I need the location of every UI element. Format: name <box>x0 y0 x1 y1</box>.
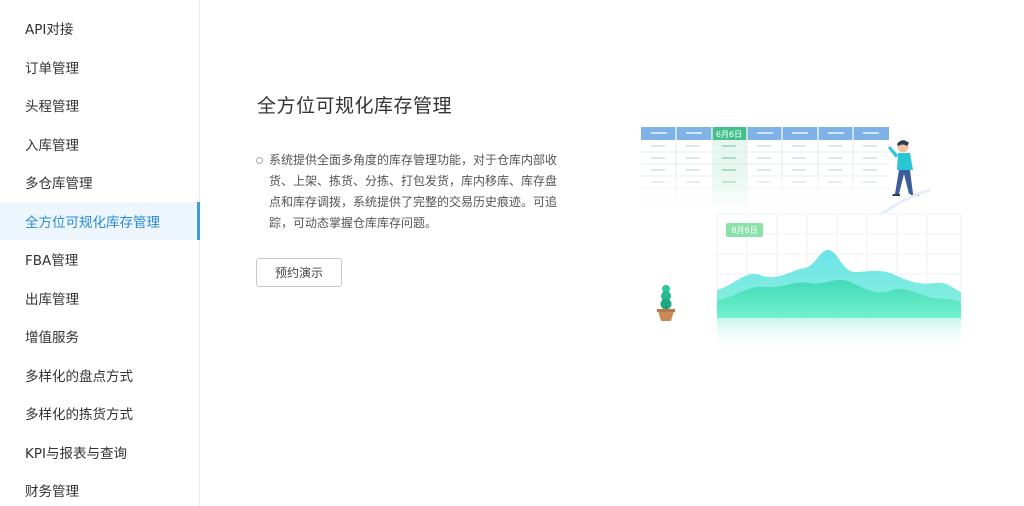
sidebar-item-api[interactable]: API对接 <box>0 9 200 47</box>
page-title: 全方位可规化库存管理 <box>257 95 453 117</box>
sidebar-item-inbound[interactable]: 入库管理 <box>0 125 200 163</box>
sidebar-item-label: 出库管理 <box>25 292 79 308</box>
sidebar-item-label: KPI与报表与查询 <box>25 446 127 462</box>
sidebar-item-fba[interactable]: FBA管理 <box>0 240 200 278</box>
sidebar-item-orders[interactable]: 订单管理 <box>0 48 200 86</box>
chart-date-badge: 8月8日 <box>731 226 757 235</box>
sidebar-item-finance[interactable]: 财务管理 <box>0 471 200 506</box>
feature-description: 系统提供全面多角度的库存管理功能，对于仓库内部收货、上架、拣货、分拣、打包发货，… <box>269 153 558 230</box>
sidebar-item-label: 财务管理 <box>25 484 79 500</box>
sidebar-item-first-leg[interactable]: 头程管理 <box>0 86 200 124</box>
bullet-icon <box>256 157 263 164</box>
sidebar-item-label: FBA管理 <box>25 253 79 269</box>
potted-plant-icon <box>657 285 675 321</box>
sidebar-item-label: 多样化的拣货方式 <box>25 407 133 423</box>
page: API对接 订单管理 头程管理 入库管理 多仓库管理 全方位可规化库存管理 FB… <box>0 0 1024 506</box>
calendar-table: 6月6日 <box>640 127 892 212</box>
sidebar-item-inventory[interactable]: 全方位可规化库存管理 <box>0 202 200 240</box>
sidebar-item-label: 多仓库管理 <box>25 176 93 192</box>
calendar-date: 6月6日 <box>716 130 742 139</box>
sidebar-item-stocktake[interactable]: 多样化的盘点方式 <box>0 356 200 394</box>
sidebar-item-label: API对接 <box>25 22 74 38</box>
sidebar-item-kpi[interactable]: KPI与报表与查询 <box>0 433 200 471</box>
sidebar-item-multi-warehouse[interactable]: 多仓库管理 <box>0 163 200 201</box>
sidebar-item-label: 增值服务 <box>25 330 79 346</box>
area-chart-card: 8月8日 <box>716 213 962 352</box>
sidebar-item-outbound[interactable]: 出库管理 <box>0 279 200 317</box>
sidebar-item-label: 入库管理 <box>25 138 79 154</box>
sidebar-item-picking[interactable]: 多样化的拣货方式 <box>0 394 200 432</box>
inventory-illustration: 6月6日 8月8日 <box>640 127 962 352</box>
book-demo-button[interactable]: 预约演示 <box>256 258 342 287</box>
sidebar-item-label: 头程管理 <box>25 99 79 115</box>
sidebar: API对接 订单管理 头程管理 入库管理 多仓库管理 全方位可规化库存管理 FB… <box>0 0 200 506</box>
sidebar-item-value-added[interactable]: 增值服务 <box>0 317 200 355</box>
sidebar-item-label: 多样化的盘点方式 <box>25 369 133 385</box>
sidebar-item-label: 全方位可规化库存管理 <box>25 215 160 231</box>
sidebar-item-label: 订单管理 <box>25 61 79 77</box>
